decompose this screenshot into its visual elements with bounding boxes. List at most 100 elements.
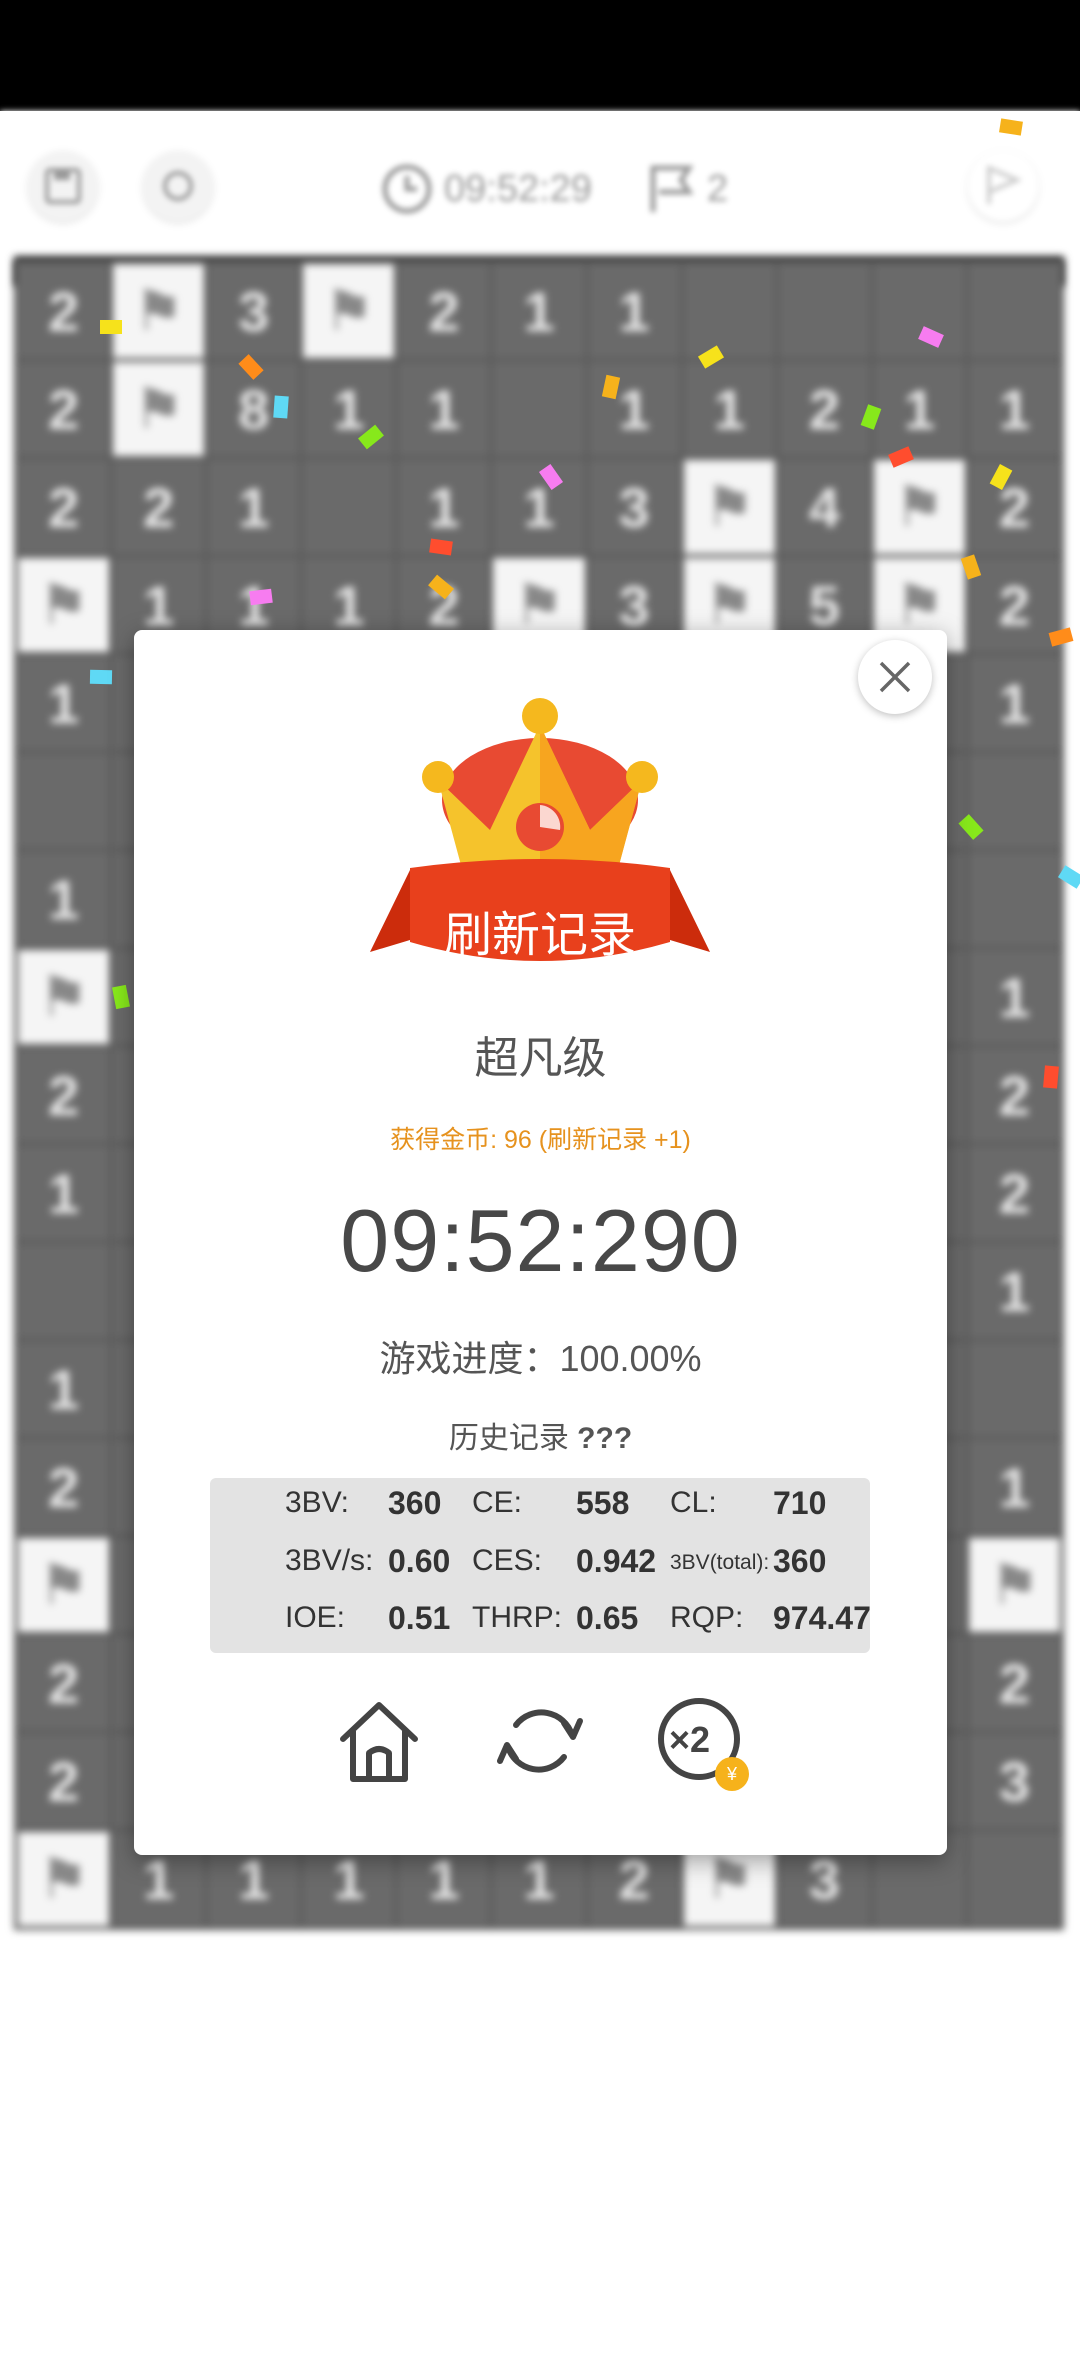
board-cell[interactable]: 2 xyxy=(18,1048,110,1142)
stat-ioe-label: IOE: xyxy=(285,1601,346,1634)
double-reward-label: ×2 xyxy=(669,1719,711,1760)
save-button[interactable] xyxy=(28,151,98,221)
board-cell[interactable]: 1 xyxy=(493,264,585,358)
flag-cell[interactable]: ⚑ xyxy=(303,264,395,358)
stat-3bvtotal-label: 3BV(total): xyxy=(670,1551,770,1574)
stat-ce-value: 558 xyxy=(576,1485,630,1521)
refresh-button[interactable] xyxy=(143,151,213,221)
board-cell[interactable]: 1 xyxy=(493,460,585,554)
home-icon xyxy=(340,1702,418,1782)
flag-cell[interactable]: ⚑ xyxy=(18,1538,110,1632)
game-progress: 游戏进度：100.00% xyxy=(379,1338,702,1379)
board-cell[interactable]: 1 xyxy=(968,362,1060,456)
flag-counter: 2 xyxy=(645,159,728,219)
flag-mode-button[interactable] xyxy=(968,151,1038,221)
restart-icon xyxy=(497,1709,583,1773)
board-cell[interactable]: 2 xyxy=(778,362,870,456)
board-cell[interactable]: 1 xyxy=(303,362,395,456)
history-label: 历史记录 xyxy=(448,1422,569,1455)
board-cell[interactable]: 1 xyxy=(398,362,490,456)
stat-rqp-label: RQP: xyxy=(670,1601,744,1634)
board-cell[interactable]: 1 xyxy=(18,1342,110,1436)
restart-button[interactable] xyxy=(494,1695,586,1787)
board-cell[interactable] xyxy=(18,1244,110,1338)
board-cell[interactable]: 1 xyxy=(18,852,110,946)
board-cell[interactable]: 2 xyxy=(398,264,490,358)
board-cell[interactable]: 1 xyxy=(683,362,775,456)
stat-3bv-label: 3BV: xyxy=(285,1486,349,1519)
board-cell[interactable]: 2 xyxy=(968,558,1060,652)
board-cell[interactable] xyxy=(683,264,775,358)
board-cell[interactable]: 2 xyxy=(18,1440,110,1534)
board-cell[interactable] xyxy=(873,264,965,358)
board-cell[interactable] xyxy=(968,1832,1060,1926)
board-cell[interactable]: 1 xyxy=(968,1244,1060,1338)
flag-cell[interactable]: ⚑ xyxy=(18,1832,110,1926)
board-cell[interactable] xyxy=(968,264,1060,358)
board-cell[interactable]: 1 xyxy=(588,264,680,358)
board-cell[interactable] xyxy=(493,362,585,456)
board-cell[interactable] xyxy=(303,460,395,554)
stats-panel: 3BV: 360 CE: 558 CL: 710 3BV/s: 0.60 CES… xyxy=(210,1478,871,1653)
home-button[interactable] xyxy=(333,1695,425,1787)
board-cell[interactable]: 1 xyxy=(968,950,1060,1044)
board-cell[interactable] xyxy=(18,754,110,848)
board-cell[interactable]: 2 xyxy=(968,1636,1060,1730)
board-cell[interactable] xyxy=(968,1342,1060,1436)
board-cell[interactable]: 2 xyxy=(113,460,205,554)
stat-ces-value: 0.942 xyxy=(576,1543,657,1579)
confetti-piece xyxy=(429,538,453,556)
board-cell[interactable]: 2 xyxy=(18,460,110,554)
status-bar xyxy=(0,0,1080,111)
stat-cl-value: 710 xyxy=(773,1485,827,1521)
board-cell[interactable]: 3 xyxy=(968,1734,1060,1828)
flag-cell[interactable]: ⚑ xyxy=(968,1538,1060,1632)
confetti-piece xyxy=(89,669,113,685)
rank-title: 超凡级 xyxy=(474,1034,607,1083)
stat-rqp-value: 974.47 xyxy=(773,1600,871,1636)
history-value: ??? xyxy=(577,1422,633,1455)
stat-3bvs-value: 0.60 xyxy=(388,1543,451,1579)
game-toolbar: 09:52:29 2 xyxy=(0,111,1080,256)
board-cell[interactable]: 2 xyxy=(968,1048,1060,1142)
timer-text: 09:52:29 xyxy=(444,167,592,210)
board-cell[interactable]: 1 xyxy=(588,362,680,456)
board-cell[interactable]: 2 xyxy=(968,460,1060,554)
board-cell[interactable] xyxy=(778,264,870,358)
board-cell[interactable] xyxy=(968,754,1060,848)
close-button[interactable] xyxy=(858,640,932,714)
final-time: 09:52:290 xyxy=(340,1191,741,1290)
stat-ioe-value: 0.51 xyxy=(388,1600,451,1636)
confetti-piece xyxy=(273,395,289,419)
board-cell[interactable]: 1 xyxy=(968,656,1060,750)
stat-thrp-label: THRP: xyxy=(472,1601,562,1634)
board-cell[interactable]: 2 xyxy=(18,1734,110,1828)
flag-outline-icon xyxy=(987,164,1023,204)
board-cell[interactable]: 4 xyxy=(778,460,870,554)
board-cell[interactable]: 3 xyxy=(208,264,300,358)
game-timer: 09:52:29 xyxy=(380,159,592,219)
double-reward-button[interactable]: ×2 ¥ xyxy=(655,1695,749,1791)
flag-cell[interactable]: ⚑ xyxy=(113,264,205,358)
board-cell[interactable]: 1 xyxy=(208,460,300,554)
banner-title: 刷新记录 xyxy=(443,909,636,962)
history-record: 历史记录 ??? xyxy=(134,1413,947,1457)
board-cell[interactable]: 2 xyxy=(18,362,110,456)
flag-cell[interactable]: ⚑ xyxy=(683,460,775,554)
confetti-piece xyxy=(249,588,273,606)
flag-cell[interactable]: ⚑ xyxy=(18,558,110,652)
board-cell[interactable]: 1 xyxy=(968,1440,1060,1534)
stat-3bvtotal-value: 360 xyxy=(773,1543,827,1579)
board-cell[interactable]: 1 xyxy=(873,362,965,456)
board-cell[interactable] xyxy=(968,852,1060,946)
board-cell[interactable]: 2 xyxy=(18,264,110,358)
flag-cell[interactable]: ⚑ xyxy=(113,362,205,456)
stat-ce-label: CE: xyxy=(472,1486,523,1519)
board-cell[interactable]: 2 xyxy=(968,1146,1060,1240)
flag-cell[interactable]: ⚑ xyxy=(18,950,110,1044)
board-cell[interactable]: 3 xyxy=(588,460,680,554)
flag-cell[interactable]: ⚑ xyxy=(873,460,965,554)
board-cell[interactable]: 2 xyxy=(18,1636,110,1730)
board-cell[interactable]: 1 xyxy=(18,1146,110,1240)
stat-3bvs-label: 3BV/s: xyxy=(285,1544,374,1577)
